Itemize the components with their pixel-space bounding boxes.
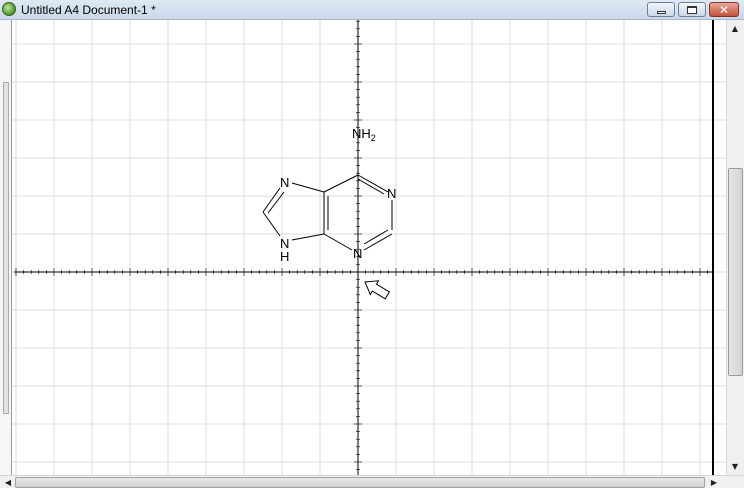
bond (323, 174, 359, 193)
window-title: Untitled A4 Document-1 * (21, 3, 156, 17)
bond (323, 233, 353, 251)
minimize-icon (656, 10, 666, 14)
horizontal-scroll-thumb[interactable] (15, 477, 705, 488)
n7-label: N (280, 175, 289, 190)
atom-labels: NH2 N N N N H (280, 126, 396, 264)
left-edge-handle[interactable] (3, 82, 9, 414)
bond (291, 233, 325, 241)
bond (291, 182, 325, 193)
maximize-button[interactable] (678, 2, 706, 17)
vertical-scroll-thumb[interactable] (728, 168, 743, 376)
bond (262, 211, 281, 237)
canvas-svg: NH2 N N N N H (0, 20, 726, 475)
n9-hydrogen-label: H (280, 249, 289, 264)
vertical-scrollbar[interactable]: ▲ ▼ (726, 20, 744, 475)
maximize-icon (687, 5, 697, 14)
minimize-button[interactable] (647, 2, 675, 17)
bond (363, 229, 389, 245)
drawing-canvas[interactable]: NH2 N N N N H (0, 20, 744, 475)
n1-label: N (387, 186, 396, 201)
scroll-down-icon[interactable]: ▼ (727, 458, 743, 474)
arrow-pointer-icon (364, 280, 391, 300)
amine-label: NH2 (352, 126, 376, 143)
left-edge-panel (0, 20, 12, 475)
close-icon: ✕ (718, 2, 730, 17)
scroll-up-icon[interactable]: ▲ (727, 20, 743, 36)
horizontal-scrollbar[interactable]: ◀ ▶ (0, 475, 744, 488)
n3-label: N (353, 246, 362, 261)
close-button[interactable]: ✕ (709, 2, 739, 17)
bond (357, 174, 389, 193)
app-icon[interactable] (2, 2, 16, 16)
bond (357, 178, 385, 195)
title-bar: Untitled A4 Document-1 * ✕ (0, 0, 744, 20)
